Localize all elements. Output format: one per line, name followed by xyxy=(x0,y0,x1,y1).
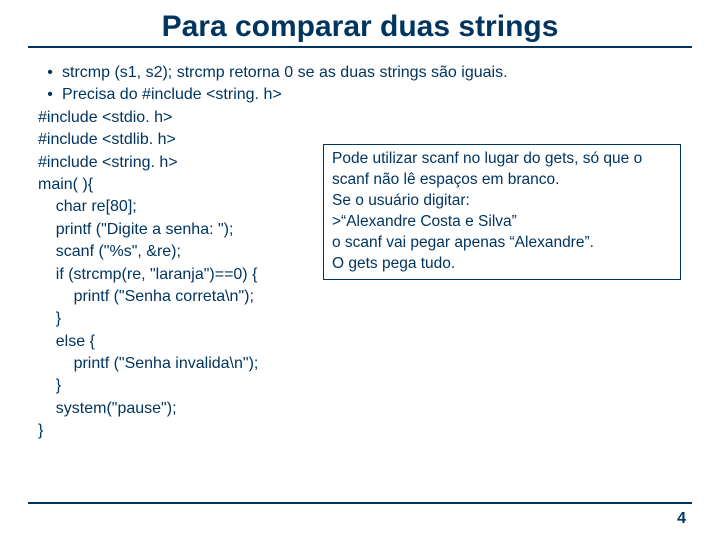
slide-title: Para comparar duas strings xyxy=(0,10,720,44)
bullet-marker: • xyxy=(38,62,62,84)
title-block: Para comparar duas strings xyxy=(0,0,720,50)
bullet-text: Precisa do #include <string. h> xyxy=(62,84,282,106)
bullet-item: • strcmp (s1, s2); strcmp retorna 0 se a… xyxy=(38,62,682,84)
note-line: o scanf vai pegar apenas “Alexandre”. xyxy=(332,233,672,254)
note-box: Pode utilizar scanf no lugar do gets, só… xyxy=(323,144,681,280)
bullet-item: • Precisa do #include <string. h> xyxy=(38,84,682,106)
bullet-body: strcmp retorna 0 se as duas strings são … xyxy=(177,64,508,81)
note-line: >“Alexandre Costa e Silva” xyxy=(332,212,672,233)
note-line: Pode utilizar scanf no lugar do gets, só… xyxy=(332,149,672,170)
title-underline xyxy=(28,46,692,48)
bullet-prefix: strcmp (s1, s2); xyxy=(62,64,177,81)
content-area: • strcmp (s1, s2); strcmp retorna 0 se a… xyxy=(0,50,720,443)
note-line: O gets pega tudo. xyxy=(332,254,672,275)
page-number: 4 xyxy=(677,510,686,528)
footer-rule xyxy=(28,502,692,504)
bullet-text: strcmp (s1, s2); strcmp retorna 0 se as … xyxy=(62,62,508,84)
note-line: Se o usuário digitar: xyxy=(332,191,672,212)
slide: Para comparar duas strings • strcmp (s1,… xyxy=(0,0,720,540)
bullet-marker: • xyxy=(38,84,62,106)
note-line: scanf não lê espaços em branco. xyxy=(332,170,672,191)
